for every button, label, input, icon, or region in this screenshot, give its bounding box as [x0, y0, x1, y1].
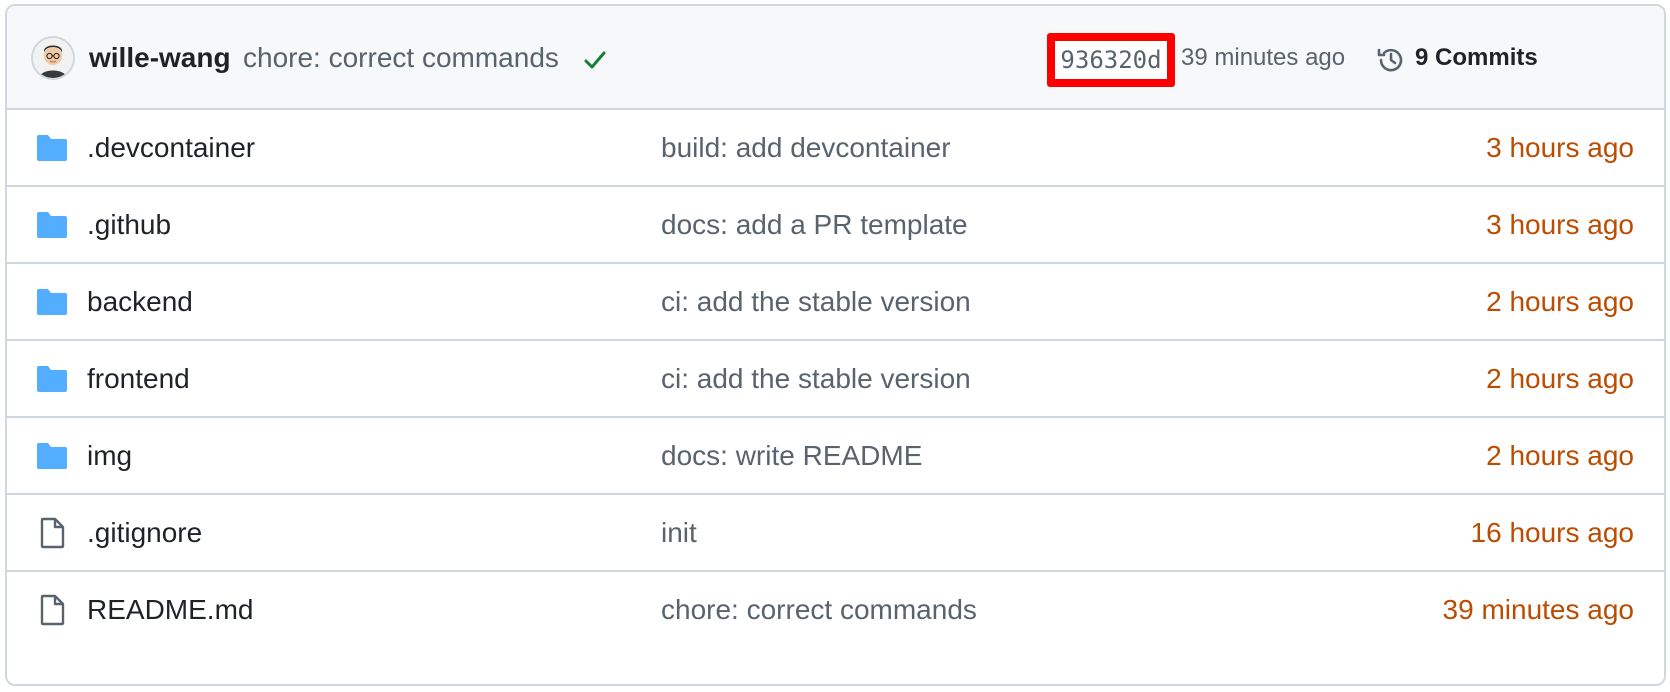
- file-commit-message[interactable]: ci: add the stable version: [661, 363, 971, 395]
- latest-commit-header: wille-wang chore: correct commands 93632…: [7, 6, 1664, 110]
- file-row[interactable]: frontend ci: add the stable version 2 ho…: [7, 341, 1664, 418]
- file-commit-message[interactable]: ci: add the stable version: [661, 286, 971, 318]
- file-commit-message[interactable]: init: [661, 517, 697, 549]
- file-row[interactable]: .devcontainer build: add devcontainer 3 …: [7, 110, 1664, 187]
- file-row[interactable]: .github docs: add a PR template 3 hours …: [7, 187, 1664, 264]
- file-list-box: wille-wang chore: correct commands 93632…: [5, 4, 1666, 686]
- file-row[interactable]: .gitignore init 16 hours ago: [7, 495, 1664, 572]
- file-row[interactable]: backend ci: add the stable version 2 hou…: [7, 264, 1664, 341]
- commit-sha-highlight: 936320d: [1047, 33, 1175, 87]
- file-commit-time: 2 hours ago: [1486, 440, 1634, 471]
- file-rows: .devcontainer build: add devcontainer 3 …: [7, 110, 1664, 649]
- file-commit-message[interactable]: docs: add a PR template: [661, 209, 968, 241]
- file-name-link[interactable]: frontend: [87, 363, 190, 395]
- file-name-link[interactable]: .github: [87, 209, 171, 241]
- file-name-link[interactable]: backend: [87, 286, 193, 318]
- folder-icon: [37, 443, 67, 469]
- file-commit-time: 3 hours ago: [1486, 132, 1634, 163]
- file-commit-time: 39 minutes ago: [1442, 594, 1634, 625]
- commits-link[interactable]: 9 Commits: [1415, 44, 1538, 72]
- folder-icon: [37, 289, 67, 315]
- file-name-link[interactable]: .gitignore: [87, 517, 202, 549]
- history-icon[interactable]: [1375, 44, 1407, 76]
- check-icon[interactable]: [581, 46, 609, 74]
- file-icon: [40, 517, 65, 549]
- file-commit-time: 16 hours ago: [1470, 517, 1634, 548]
- file-row[interactable]: README.md chore: correct commands 39 min…: [7, 572, 1664, 649]
- folder-icon: [37, 135, 67, 161]
- file-name-link[interactable]: README.md: [87, 594, 253, 626]
- author-avatar[interactable]: [31, 36, 75, 80]
- avatar-image: [33, 38, 73, 78]
- file-commit-message[interactable]: build: add devcontainer: [661, 132, 951, 164]
- commit-time: 39 minutes ago: [1181, 44, 1346, 71]
- folder-icon: [37, 366, 67, 392]
- commit-author-link[interactable]: wille-wang: [89, 42, 231, 74]
- file-commit-message[interactable]: chore: correct commands: [661, 594, 977, 626]
- file-icon: [40, 594, 65, 626]
- file-commit-time: 2 hours ago: [1486, 286, 1634, 317]
- latest-commit-message[interactable]: chore: correct commands: [243, 42, 559, 74]
- commit-sha-link[interactable]: 936320d: [1055, 41, 1167, 79]
- file-name-link[interactable]: .devcontainer: [87, 132, 255, 164]
- file-row[interactable]: img docs: write README 2 hours ago: [7, 418, 1664, 495]
- file-commit-time: 3 hours ago: [1486, 209, 1634, 240]
- folder-icon: [37, 212, 67, 238]
- file-commit-message[interactable]: docs: write README: [661, 440, 922, 472]
- file-name-link[interactable]: img: [87, 440, 132, 472]
- file-commit-time: 2 hours ago: [1486, 363, 1634, 394]
